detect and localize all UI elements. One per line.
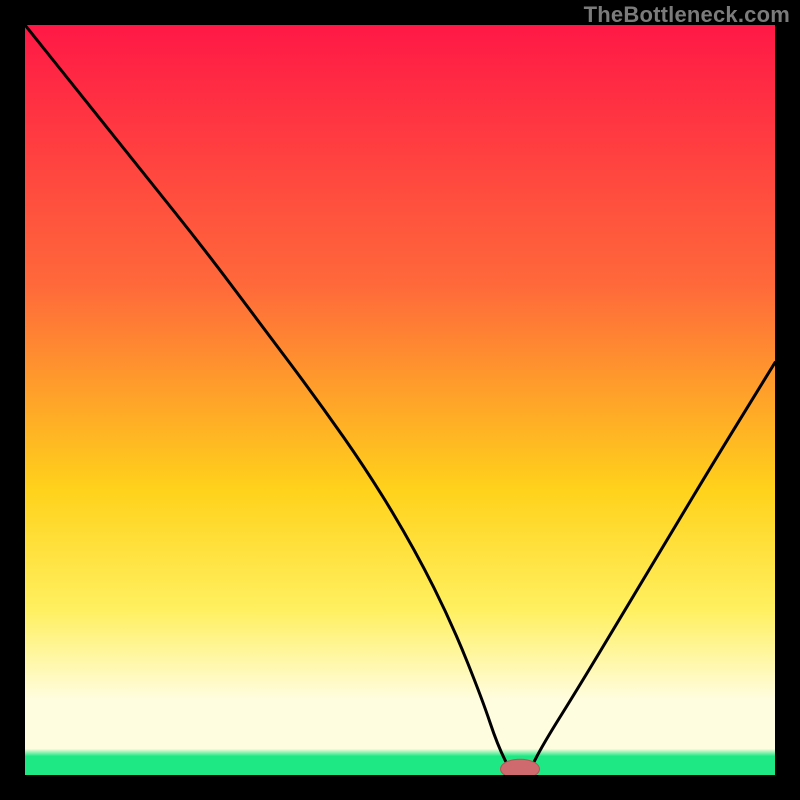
optimal-point-marker	[501, 759, 540, 775]
chart-frame: TheBottleneck.com	[0, 0, 800, 800]
bottleneck-chart	[25, 25, 775, 775]
plot-area	[25, 25, 775, 775]
gradient-background	[25, 25, 775, 775]
watermark-text: TheBottleneck.com	[584, 2, 790, 28]
